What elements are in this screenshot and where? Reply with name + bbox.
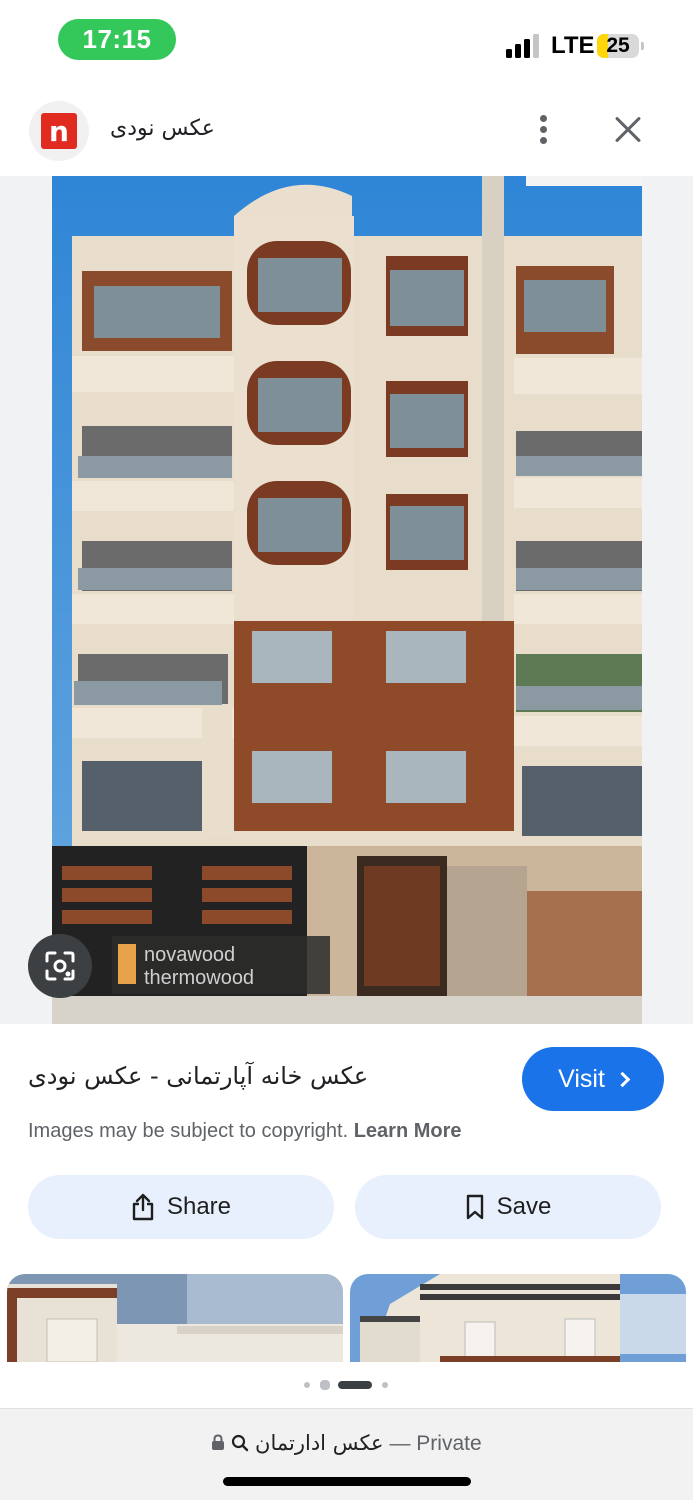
result-title[interactable]: عکس خانه آپارتمانی - عکس نودی (28, 1062, 498, 1090)
page-dot (320, 1380, 330, 1390)
pagination-dots (300, 1378, 400, 1392)
bookmark-icon (466, 1194, 483, 1220)
learn-more-link[interactable]: Learn More (354, 1120, 462, 1142)
battery-tip (641, 42, 644, 50)
visit-label: Visit (558, 1064, 605, 1093)
main-image[interactable]: novawood thermowood (52, 176, 642, 1024)
save-button[interactable]: Save (355, 1175, 661, 1239)
image-viewer: novawood thermowood (0, 176, 693, 1024)
close-icon[interactable] (610, 112, 646, 148)
chevron-right-icon (614, 1071, 631, 1087)
private-mode-label: Private (416, 1432, 482, 1455)
search-query: عکس ادارتمان (255, 1431, 384, 1455)
share-label: Share (166, 1193, 232, 1220)
address-bar[interactable]: عکس ادارتمان — Private (0, 1408, 693, 1500)
page-dot (382, 1382, 388, 1388)
home-indicator (223, 1477, 471, 1486)
watermark-line1: novawood (144, 944, 235, 966)
site-name[interactable]: عکس نودی (110, 116, 215, 141)
related-image-thumbnail[interactable] (350, 1274, 686, 1362)
copyright-notice: Images may be subject to copyright. Lear… (28, 1120, 462, 1143)
more-vert-icon[interactable] (530, 112, 558, 148)
network-type: LTE (551, 32, 595, 59)
search-icon (232, 1434, 249, 1452)
lock-icon (212, 1434, 225, 1450)
copyright-text: Images may be subject to copyright. (28, 1120, 349, 1142)
site-logo[interactable]: n (29, 101, 89, 161)
battery-icon: 25 (597, 34, 639, 58)
battery-percent: 25 (606, 34, 630, 57)
viewer-header: n عکس نودی (0, 90, 693, 176)
status-bar: 17:15 LTE 25 (0, 0, 693, 90)
share-button[interactable]: Share (28, 1175, 334, 1239)
address-text[interactable]: عکس ادارتمان — Private (0, 1431, 693, 1456)
visit-button[interactable]: Visit (522, 1047, 664, 1111)
page-dot-active (338, 1381, 372, 1389)
cellular-signal-icon (506, 34, 542, 58)
related-image-thumbnail[interactable] (7, 1274, 343, 1362)
separator: — (389, 1432, 411, 1455)
page-dot (304, 1382, 310, 1388)
clock: 17:15 (58, 19, 176, 60)
save-label: Save (496, 1193, 552, 1220)
share-icon (132, 1193, 154, 1221)
watermark-line2: thermowood (144, 967, 254, 989)
lens-icon[interactable] (28, 934, 92, 998)
site-logo-icon: n (41, 113, 77, 149)
